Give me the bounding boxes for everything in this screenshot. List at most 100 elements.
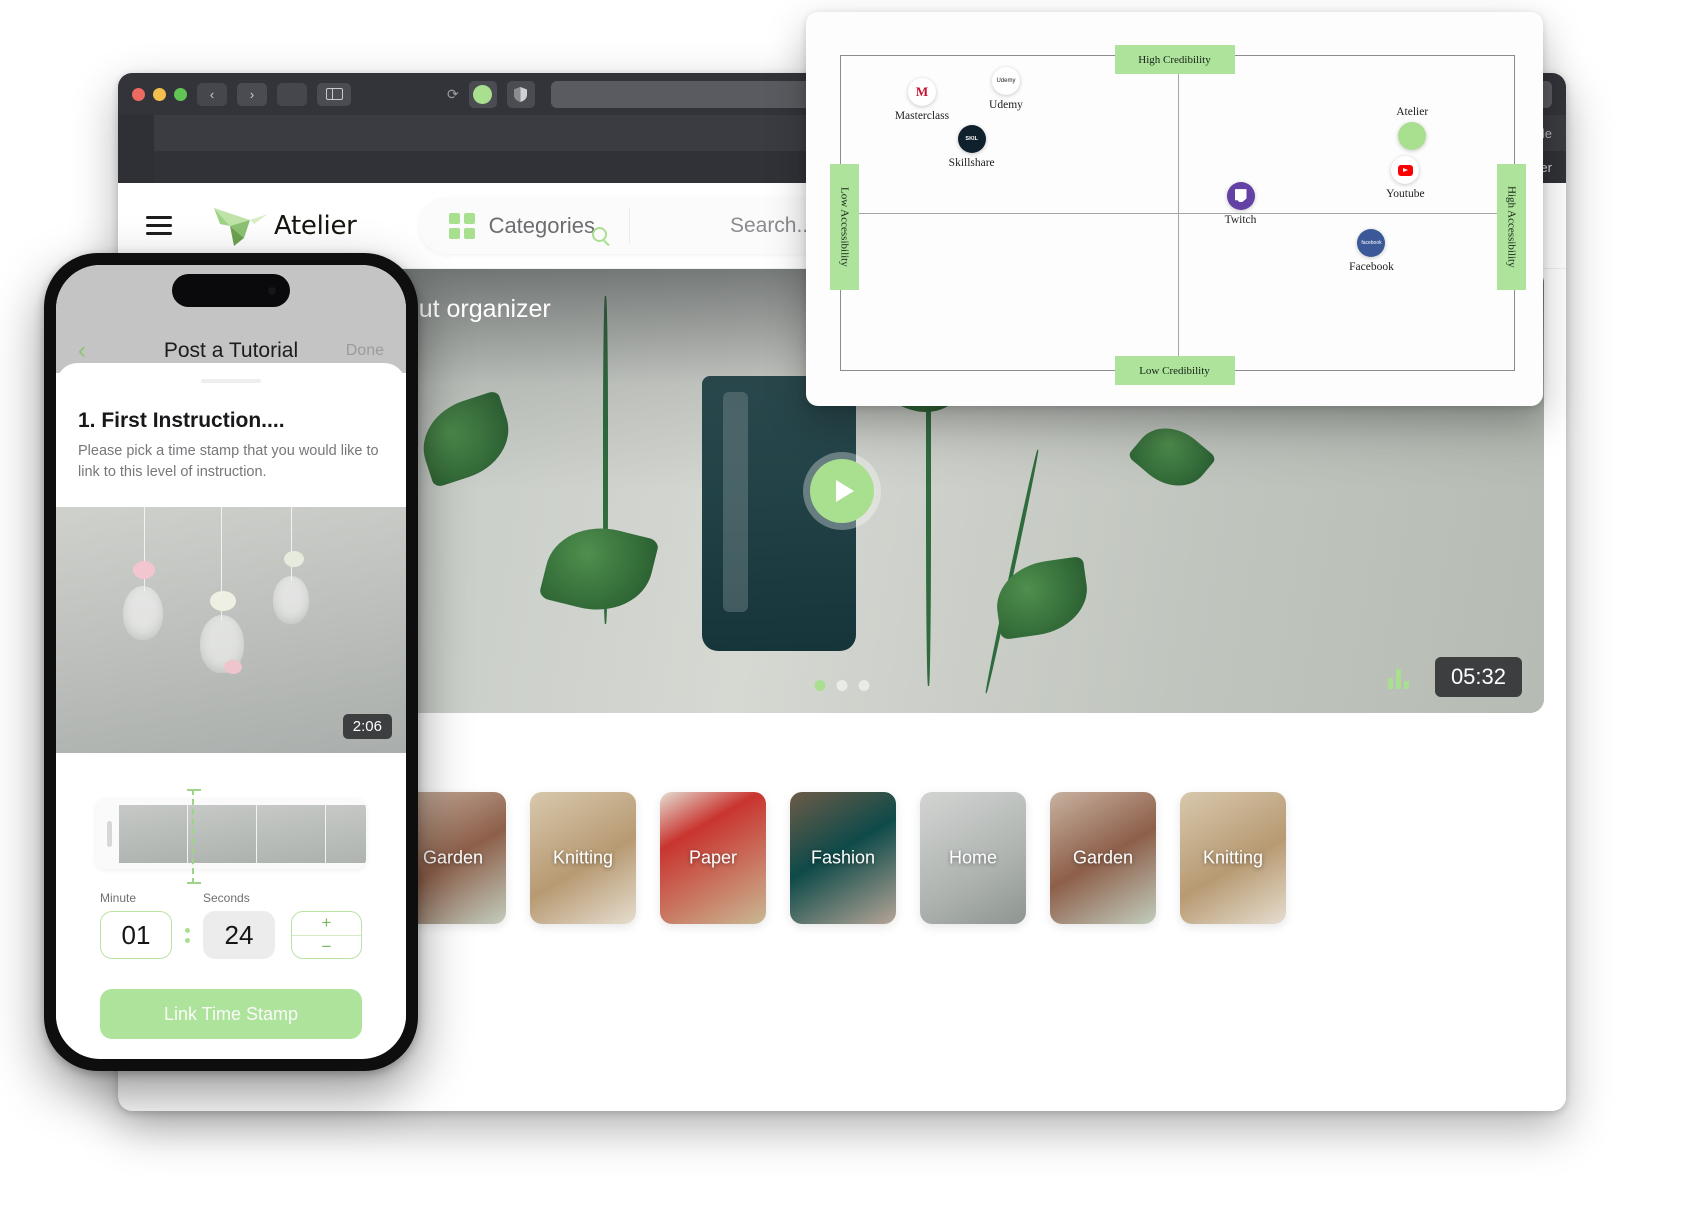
timeline-filmstrip[interactable] (96, 799, 366, 870)
filmstrip-frame[interactable] (257, 805, 326, 864)
skillshare-logo-icon: SKIL (957, 125, 986, 154)
hero-timecode: 05:32 (1434, 657, 1522, 697)
axis-label-low-credibility: Low Credibility (1114, 356, 1235, 385)
axis-label-high-credibility: High Credibility (1114, 45, 1235, 74)
carousel-dots[interactable] (814, 680, 870, 691)
matrix-node-udemy[interactable]: Udemy Udemy (989, 66, 1023, 111)
category-label: Knitting (1202, 847, 1264, 868)
sidebar-toggle-button[interactable] (317, 82, 351, 106)
brand-name: Atelier (274, 210, 357, 241)
instruction-title: 1. First Instruction.... (78, 409, 285, 432)
udemy-logo-icon: Udemy (991, 66, 1020, 95)
back-button[interactable]: ‹ (197, 82, 227, 106)
axis-label-low-accessibility: Low Accessibility (830, 164, 859, 290)
search-input[interactable]: Search... (630, 214, 814, 238)
carousel-dot-2[interactable] (836, 680, 848, 691)
tab-overview-button[interactable] (277, 82, 307, 106)
menu-icon[interactable] (146, 216, 172, 235)
window-traffic-lights[interactable] (132, 87, 187, 101)
close-window-button[interactable] (132, 87, 145, 101)
phone-video-timecode: 2:06 (342, 714, 392, 740)
decrement-button[interactable]: − (292, 936, 361, 959)
search-icon (591, 226, 607, 242)
category-label: Paper (688, 847, 738, 868)
phone-status-bar (56, 265, 406, 329)
category-card[interactable]: Knitting (530, 792, 636, 924)
matrix-node-facebook[interactable]: facebook Facebook (1349, 228, 1394, 273)
positioning-matrix-card: Atelier M Masterclass Udemy Udemy SKIL S… (806, 12, 1543, 406)
minute-label: Minute (100, 891, 137, 906)
matrix-node-atelier[interactable]: Atelier (1396, 106, 1429, 151)
category-card[interactable]: Knitting (1180, 792, 1286, 924)
atelier-logo-icon (1398, 122, 1427, 151)
done-button[interactable]: Done (346, 342, 384, 360)
sidebar-icon (325, 88, 343, 100)
matrix-frame: Atelier M Masterclass Udemy Udemy SKIL S… (840, 55, 1515, 371)
matrix-node-label: Skillshare (948, 157, 995, 170)
carousel-dot-1[interactable] (814, 680, 826, 691)
value-stepper[interactable]: + − (291, 911, 362, 960)
origami-bird-icon (214, 207, 268, 246)
atelier-extension-icon (473, 84, 493, 104)
filmstrip-handle[interactable] (107, 821, 112, 848)
minimize-window-button[interactable] (153, 87, 166, 101)
matrix-node-masterclass[interactable]: M Masterclass (894, 77, 950, 122)
masterclass-logo-icon: M (907, 77, 936, 106)
shield-icon (514, 86, 528, 102)
seconds-label: Seconds (203, 891, 250, 906)
matrix-horizontal-axis (841, 213, 1514, 214)
screenshot-stage: ‹ › ⟳ 🔒 Atelier.com (0, 0, 1707, 1220)
category-label: Home (948, 847, 997, 868)
matrix-node-label: Masterclass (894, 109, 950, 122)
timeline-strip-wrapper (78, 753, 384, 885)
category-label: Knitting (552, 847, 614, 868)
category-card[interactable]: Fashion (790, 792, 896, 924)
matrix-node-label: Twitch (1224, 213, 1257, 226)
sheet-grabber[interactable] (201, 379, 261, 383)
matrix-node-label: Udemy (989, 98, 1023, 111)
privacy-shield-button[interactable] (506, 80, 535, 108)
link-time-stamp-button[interactable]: Link Time Stamp (100, 989, 362, 1040)
time-colon-icon (178, 928, 197, 959)
maximize-window-button[interactable] (174, 87, 187, 101)
instruction-description: Please pick a time stamp that you would … (78, 443, 379, 481)
category-label: Fashion (810, 847, 876, 868)
categories-button[interactable]: Categories (419, 212, 629, 242)
filmstrip-frame[interactable] (326, 805, 366, 864)
timestamp-controls: Minute 01 Seconds 24 + − (78, 869, 384, 960)
seconds-field: Seconds 24 (203, 891, 275, 960)
matrix-node-twitch[interactable]: Twitch (1224, 181, 1257, 226)
minute-input[interactable]: 01 (100, 911, 172, 960)
reload-icon[interactable]: ⟳ (447, 86, 459, 103)
minute-field: Minute 01 (100, 891, 172, 960)
forward-button[interactable]: › (237, 82, 267, 106)
category-card[interactable]: Garden (1050, 792, 1156, 924)
play-button[interactable] (810, 459, 874, 523)
matrix-node-label: Youtube (1386, 188, 1425, 201)
phone-screen: ‹ Post a Tutorial Done 1. First Instruct… (56, 265, 406, 1059)
matrix-node-label: Facebook (1349, 260, 1394, 273)
phone-video-preview[interactable]: 2:06 (56, 507, 406, 754)
youtube-logo-icon (1391, 156, 1420, 185)
extension-button[interactable] (468, 80, 497, 108)
axis-label-high-accessibility: High Accessibility (1497, 164, 1526, 290)
grid-icon (448, 212, 475, 239)
filmstrip-frame[interactable] (188, 805, 257, 864)
brand-logo[interactable]: Atelier (210, 204, 357, 248)
carousel-dot-3[interactable] (858, 680, 870, 691)
matrix-node-skillshare[interactable]: SKIL Skillshare (949, 125, 995, 169)
categories-button-label: Categories (488, 212, 595, 238)
phone-mockup: ‹ Post a Tutorial Done 1. First Instruct… (44, 253, 418, 1071)
category-card[interactable]: Home (920, 792, 1026, 924)
category-label: Garden (1072, 847, 1134, 868)
filmstrip-frame[interactable] (119, 805, 188, 864)
increment-button[interactable]: + (292, 912, 361, 936)
timeline-playhead[interactable] (187, 789, 201, 885)
matrix-node-label: Atelier (1396, 106, 1429, 119)
category-card[interactable]: Paper (660, 792, 766, 924)
seconds-input[interactable]: 24 (203, 911, 275, 960)
dynamic-island (172, 274, 290, 307)
facebook-logo-icon: facebook (1357, 228, 1386, 257)
bar-chart-icon (1388, 667, 1409, 689)
matrix-node-youtube[interactable]: Youtube (1386, 156, 1425, 201)
